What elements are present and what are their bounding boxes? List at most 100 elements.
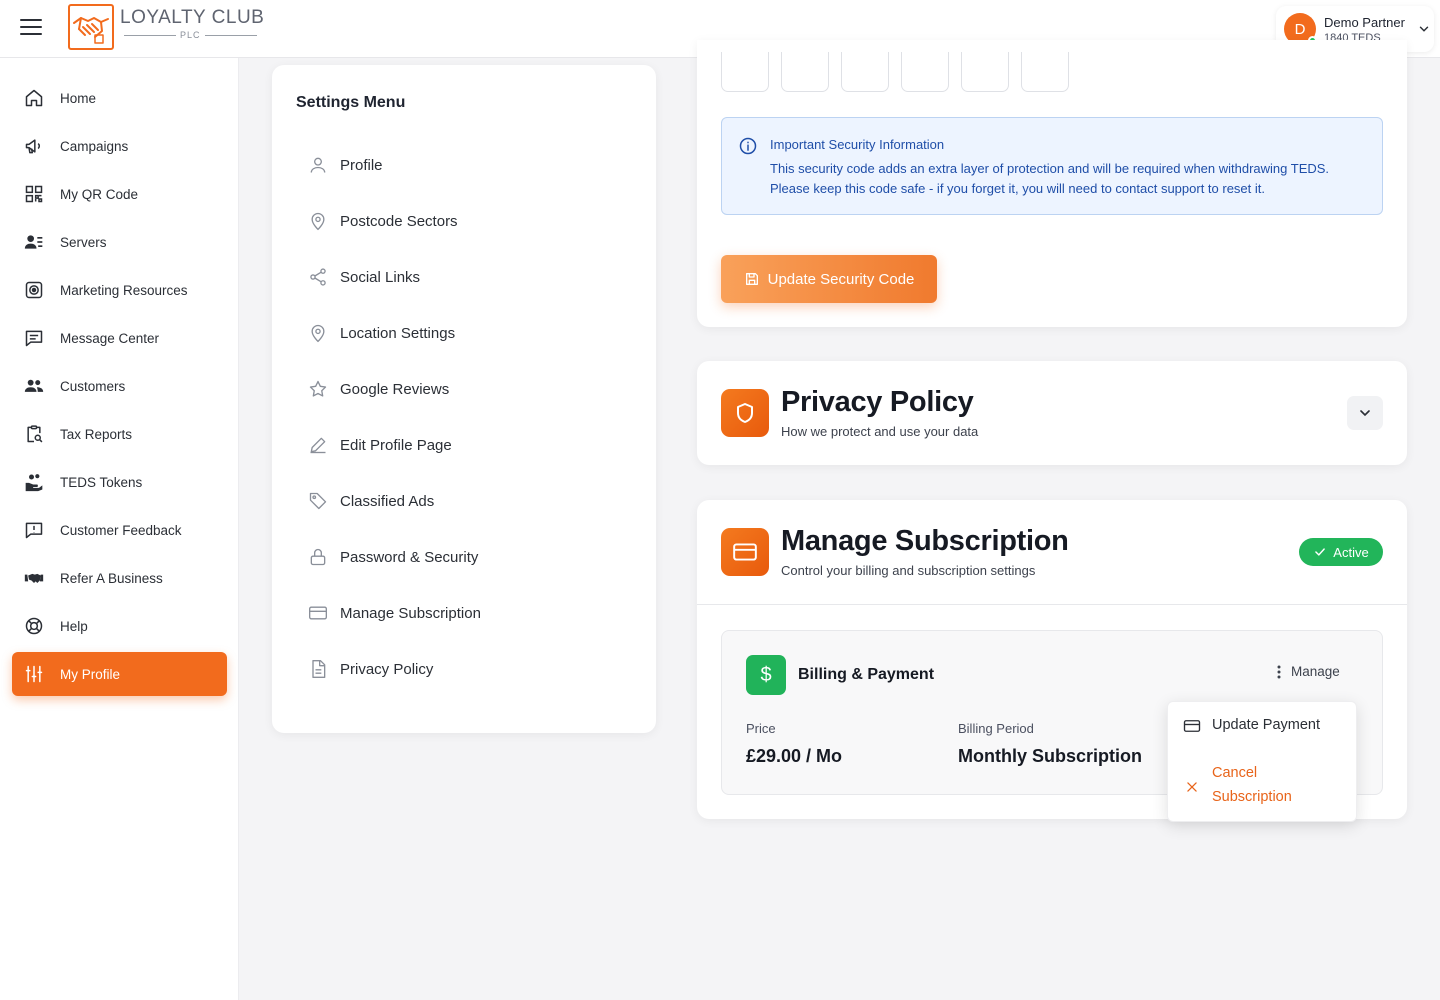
status-badge-label: Active — [1333, 544, 1369, 560]
sidebar-item-teds-tokens[interactable]: TEDS Tokens — [12, 460, 227, 504]
security-code-digit-5[interactable] — [961, 52, 1009, 92]
sidebar-item-my-profile[interactable]: My Profile — [12, 652, 227, 696]
sidebar-item-servers[interactable]: Servers — [12, 220, 227, 264]
billing-period-label: Billing Period — [958, 721, 1034, 736]
settings-item-password-security[interactable]: Password & Security — [296, 537, 636, 577]
settings-item-profile[interactable]: Profile — [296, 145, 636, 185]
manage-billing-label: Manage — [1291, 664, 1340, 679]
sidebar-item-customers[interactable]: Customers — [12, 364, 227, 408]
sidebar-item-qr-code[interactable]: My QR Code — [12, 172, 227, 216]
sidebar-item-label: Tax Reports — [60, 426, 133, 442]
manage-subscription-title: Manage Subscription — [781, 525, 1069, 557]
update-payment-menu-item[interactable]: Update Payment — [1168, 702, 1358, 750]
sidebar-item-label: Customer Feedback — [60, 522, 182, 538]
sidebar-item-message-center[interactable]: Message Center — [12, 316, 227, 360]
chevron-down-icon — [1360, 410, 1370, 417]
sidebar-item-tax-reports[interactable]: Tax Reports — [12, 412, 227, 456]
billing-period-value: Monthly Subscription — [958, 746, 1142, 766]
security-info-alert: Important Security Information This secu… — [721, 117, 1383, 215]
settings-item-label: Manage Subscription — [340, 604, 481, 622]
sidebar-item-label: Home — [60, 90, 97, 106]
status-badge: Active — [1299, 538, 1383, 566]
security-code-digit-2[interactable] — [781, 52, 829, 92]
security-info-title: Important Security Information — [770, 137, 945, 152]
sidebar-item-label: TEDS Tokens — [60, 474, 143, 490]
close-icon — [1187, 782, 1197, 792]
cancel-subscription-label-line1: Cancel — [1212, 765, 1258, 781]
users-icon — [24, 379, 44, 392]
megaphone-icon — [25, 139, 41, 154]
settings-item-manage-subscription[interactable]: Manage Subscription — [296, 593, 636, 633]
star-icon — [309, 380, 327, 397]
divider — [697, 604, 1407, 605]
security-code-digit-1[interactable] — [721, 52, 769, 92]
sidebar-item-customer-feedback[interactable]: Customer Feedback — [12, 508, 227, 552]
sidebar-item-label: Campaigns — [60, 138, 129, 154]
settings-item-location-settings[interactable]: Location Settings — [296, 313, 636, 353]
settings-item-google-reviews[interactable]: Google Reviews — [296, 369, 636, 409]
privacy-policy-card[interactable]: Privacy Policy How we protect and use yo… — [697, 361, 1407, 465]
sidebar-item-label: Refer A Business — [60, 570, 163, 586]
security-code-digit-6[interactable] — [1021, 52, 1069, 92]
sidebar-item-label: Servers — [60, 234, 107, 250]
price-label: Price — [746, 721, 776, 736]
cancel-subscription-menu-item[interactable]: Cancel Subscription — [1168, 754, 1358, 820]
cancel-subscription-label-line2: Subscription — [1212, 789, 1292, 805]
settings-item-social-links[interactable]: Social Links — [296, 257, 636, 297]
handshake-logo-icon — [68, 4, 114, 50]
clipboard-search-icon — [27, 425, 43, 443]
manage-billing-button[interactable]: Manage — [1277, 664, 1340, 679]
map-pin-icon — [311, 212, 325, 231]
pencil-icon — [310, 437, 326, 454]
settings-item-label: Password & Security — [340, 548, 479, 566]
sidebar-item-refer-a-business[interactable]: Refer A Business — [12, 556, 227, 600]
settings-item-label: Location Settings — [340, 324, 456, 342]
check-icon — [1315, 548, 1326, 556]
brand-logo[interactable]: LOYALTY CLUB PLC — [68, 4, 264, 50]
share-icon — [310, 268, 326, 286]
price-value: £29.00 / Mo — [746, 746, 843, 766]
settings-item-label: Social Links — [340, 268, 421, 286]
update-security-code-label: Update Security Code — [767, 270, 915, 288]
shield-icon — [721, 389, 769, 437]
sliders-icon — [25, 665, 43, 683]
sidebar-item-home[interactable]: Home — [12, 76, 227, 120]
settings-item-label: Postcode Sectors — [340, 212, 458, 230]
handshake-icon — [24, 573, 44, 583]
security-info-line: Please keep this code safe - if you forg… — [770, 181, 1265, 196]
privacy-policy-subtitle: How we protect and use your data — [781, 424, 979, 439]
message-icon — [25, 330, 43, 347]
brand-title: LOYALTY CLUB — [120, 7, 265, 28]
settings-item-edit-profile-page[interactable]: Edit Profile Page — [296, 425, 636, 465]
settings-item-privacy-policy[interactable]: Privacy Policy — [296, 649, 636, 689]
update-payment-label: Update Payment — [1212, 717, 1321, 733]
privacy-policy-expand-button[interactable] — [1347, 396, 1383, 430]
home-icon — [25, 89, 43, 107]
settings-menu-title: Settings Menu — [296, 94, 406, 111]
security-code-digit-4[interactable] — [901, 52, 949, 92]
lock-icon — [310, 548, 326, 566]
settings-item-classified-ads[interactable]: Classified Ads — [296, 481, 636, 521]
sidebar-item-help[interactable]: Help — [12, 604, 227, 648]
user-icon — [310, 157, 326, 173]
settings-menu-card: Settings Menu Profile Postcode Sectors S… — [272, 65, 656, 733]
settings-item-label: Edit Profile Page — [340, 436, 452, 454]
sidebar-item-label: Customers — [60, 378, 126, 394]
sidebar-item-label: Marketing Resources — [60, 282, 188, 298]
hamburger-menu-icon[interactable] — [20, 19, 42, 37]
user-name: Demo Partner — [1324, 14, 1405, 30]
security-code-digit-3[interactable] — [841, 52, 889, 92]
document-icon — [312, 660, 326, 678]
sidebar-item-label: Message Center — [60, 330, 160, 346]
target-icon — [25, 281, 43, 299]
map-pin-icon — [311, 324, 325, 343]
update-security-code-button[interactable]: Update Security Code — [721, 255, 937, 303]
settings-item-postcode-sectors[interactable]: Postcode Sectors — [296, 201, 636, 241]
sidebar-item-marketing-resources[interactable]: Marketing Resources — [12, 268, 227, 312]
coins-hand-icon — [25, 474, 43, 492]
chevron-down-icon — [1419, 26, 1429, 32]
sidebar-item-campaigns[interactable]: Campaigns — [12, 124, 227, 168]
feedback-icon — [25, 522, 43, 539]
billing-payment-title: Billing & Payment — [798, 666, 935, 683]
sidebar: Home Campaigns My QR Code Servers Market… — [0, 58, 239, 1000]
